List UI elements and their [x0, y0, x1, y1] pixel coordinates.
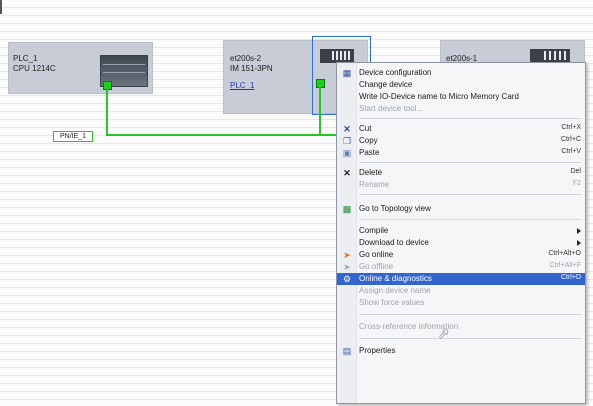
- network-wire-bus[interactable]: [106, 134, 336, 136]
- mouse-pointer-icon: ➚: [438, 325, 450, 341]
- menu-item-shortcut: Ctrl+Alt+F: [549, 262, 581, 269]
- topology-icon: ▩: [342, 204, 352, 214]
- menu-item-label: Rename: [359, 180, 390, 189]
- menu-item-copy[interactable]: ❐ Copy Ctrl+C: [337, 135, 585, 147]
- menu-item-label: Online & diagnostics: [359, 274, 432, 283]
- menu-item-download-to-device[interactable]: Download to device: [337, 237, 585, 249]
- menu-item-label: Delete: [359, 168, 383, 177]
- menu-item-label: Download to device: [359, 238, 429, 247]
- menu-separator: [359, 338, 581, 339]
- menu-item-label: Properties: [359, 346, 396, 355]
- menu-item-label: Change device: [359, 80, 413, 89]
- submenu-arrow-icon: [577, 240, 581, 246]
- menu-separator: [359, 314, 581, 315]
- cut-icon: ✕: [343, 124, 351, 134]
- menu-separator: [359, 194, 581, 195]
- menu-item-show-force-values[interactable]: Show force values: [337, 297, 585, 309]
- et200s-2-rack-image: [320, 49, 354, 63]
- view-edge-marker: [0, 0, 2, 14]
- menu-item-cross-reference-information[interactable]: Cross-reference information: [337, 321, 585, 333]
- menu-item-online-diagnostics[interactable]: ⚙ Online & diagnostics Ctrl+D: [337, 273, 585, 285]
- menu-item-shortcut: Ctrl+D: [560, 274, 581, 281]
- context-menu: ▦ Device configuration Change device Wri…: [336, 62, 586, 404]
- network-wire-et200s-2: [319, 86, 321, 135]
- network-label-pn-ie-1[interactable]: PN/IE_1: [53, 131, 94, 142]
- menu-item-cut[interactable]: ✕ Cut Ctrl+X: [337, 123, 585, 135]
- menu-separator: [359, 219, 581, 220]
- menu-item-start-device-tool[interactable]: Start device tool...: [337, 103, 585, 115]
- menu-item-label: Device configuration: [359, 68, 432, 77]
- menu-item-label: Go to Topology view: [359, 204, 431, 213]
- paste-icon: ▣: [342, 148, 352, 158]
- menu-item-shortcut: Ctrl+X: [561, 124, 581, 131]
- copy-icon: ❐: [342, 136, 352, 146]
- device-config-icon: ▦: [342, 68, 352, 78]
- menu-item-label: Compile: [359, 226, 389, 235]
- go-offline-icon: ➤: [343, 262, 351, 272]
- menu-item-label: Start device tool...: [359, 104, 424, 113]
- menu-item-shortcut: Del: [570, 168, 581, 175]
- menu-item-label: Go offline: [359, 262, 394, 271]
- menu-item-label: Paste: [359, 148, 380, 157]
- device-et200s-2-name: et200s-2: [230, 54, 262, 63]
- menu-item-label: Write IO-Device name to Micro Memory Car…: [359, 92, 519, 101]
- device-plc-1-name: PLC_1: [13, 54, 38, 63]
- menu-item-paste[interactable]: ▣ Paste Ctrl+V: [337, 147, 585, 159]
- menu-item-assign-device-name[interactable]: Assign device name: [337, 285, 585, 297]
- menu-item-label: Assign device name: [359, 286, 431, 295]
- menu-item-device-configuration[interactable]: ▦ Device configuration: [337, 67, 585, 79]
- menu-item-rename[interactable]: Rename F2: [337, 179, 585, 191]
- menu-separator: [359, 118, 581, 119]
- menu-item-label: Cut: [359, 124, 372, 133]
- menu-item-compile[interactable]: Compile: [337, 225, 585, 237]
- submenu-arrow-icon: [577, 228, 581, 234]
- diagnostics-icon: ⚙: [342, 274, 352, 284]
- menu-item-label: Show force values: [359, 298, 425, 307]
- menu-item-shortcut: Ctrl+V: [561, 148, 581, 155]
- device-et200s-2-io-controller-link[interactable]: PLC_1: [230, 81, 254, 90]
- go-online-icon: ➤: [343, 250, 351, 260]
- menu-item-go-offline[interactable]: ➤ Go offline Ctrl+Alt+F: [337, 261, 585, 273]
- menu-item-go-to-topology-view[interactable]: ▩ Go to Topology view: [337, 203, 585, 215]
- delete-icon: ✕: [343, 168, 351, 178]
- menu-item-write-io-device-name[interactable]: Write IO-Device name to Micro Memory Car…: [337, 91, 585, 103]
- menu-item-shortcut: Ctrl+Alt+O: [548, 250, 581, 257]
- menu-item-shortcut: F2: [572, 180, 581, 187]
- network-wire-plc: [106, 88, 108, 136]
- et200s-1-rack-image: [530, 49, 570, 63]
- menu-item-go-online[interactable]: ➤ Go online Ctrl+Alt+O: [337, 249, 585, 261]
- properties-icon: ▤: [342, 346, 352, 356]
- menu-separator: [359, 162, 581, 163]
- menu-item-change-device[interactable]: Change device: [337, 79, 585, 91]
- menu-item-properties[interactable]: ▤ Properties: [337, 345, 585, 357]
- menu-item-label: Go online: [359, 250, 394, 259]
- menu-item-delete[interactable]: ✕ Delete Del: [337, 167, 585, 179]
- device-et200s-2-type: IM 151-3PN: [230, 64, 273, 73]
- menu-item-shortcut: Ctrl+C: [560, 136, 581, 143]
- device-plc-1-type: CPU 1214C: [13, 64, 56, 73]
- menu-item-label: Copy: [359, 136, 378, 145]
